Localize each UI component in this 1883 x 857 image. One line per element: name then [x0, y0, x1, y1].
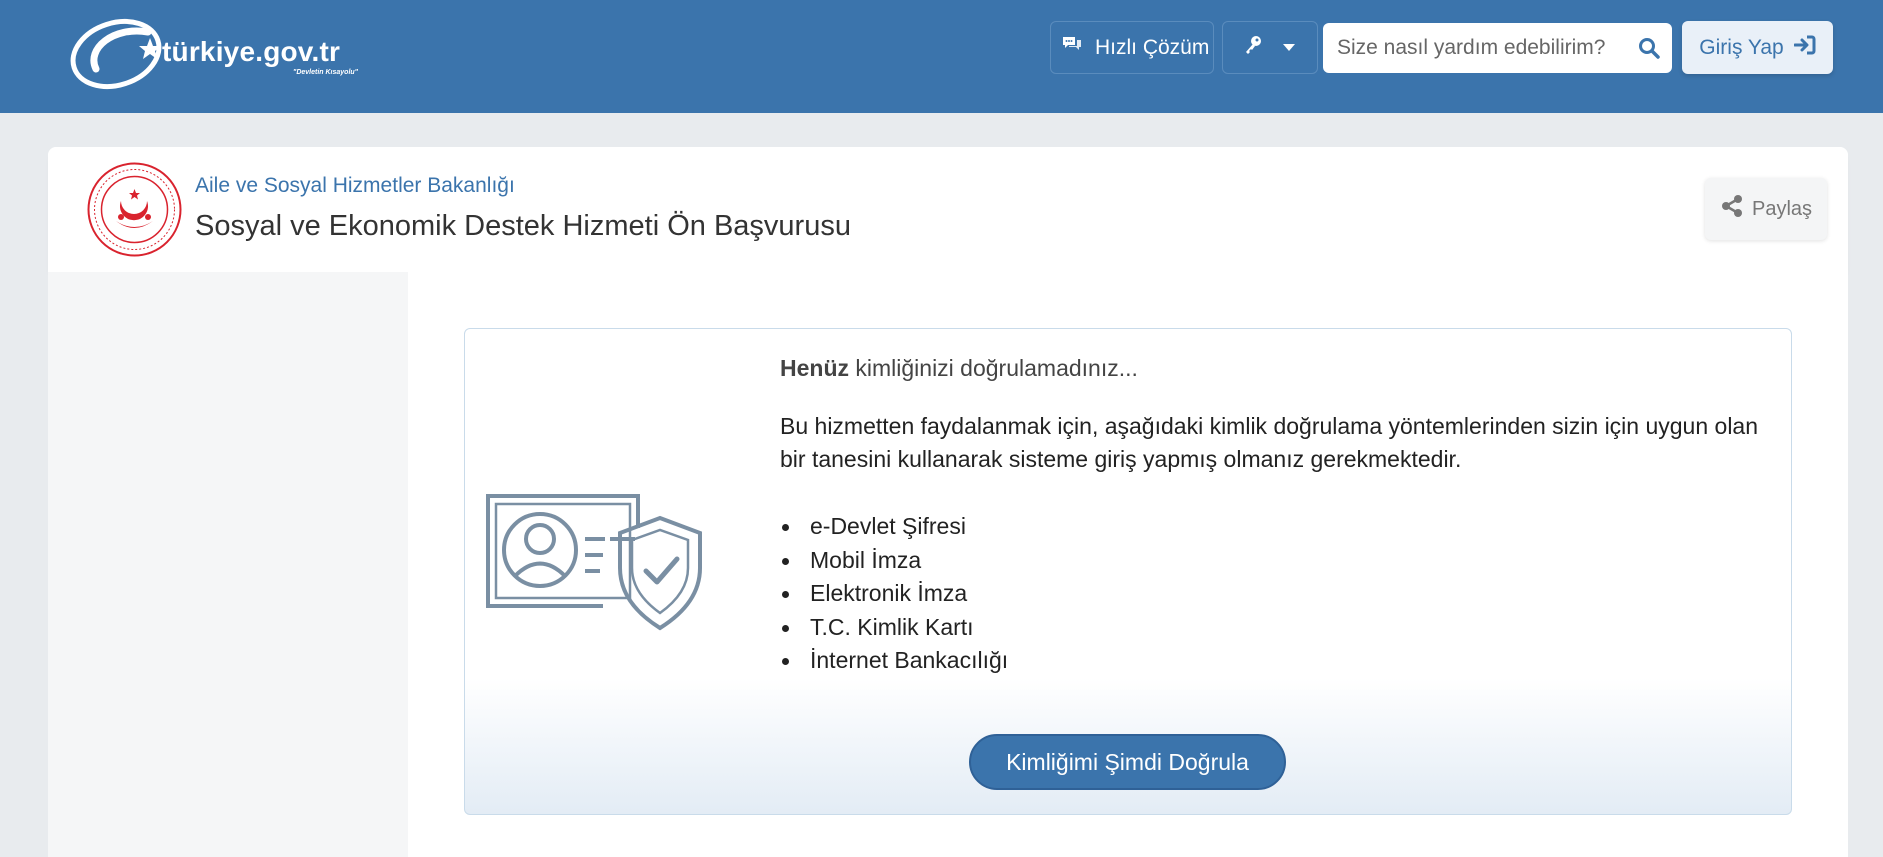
search-box	[1323, 23, 1672, 73]
login-options-dropdown[interactable]	[1222, 21, 1318, 74]
page-title: Sosyal ve Ekonomik Destek Hizmeti Ön Baş…	[195, 210, 851, 242]
list-item: T.C. Kimlik Kartı	[780, 611, 1008, 645]
ministry-emblem	[86, 161, 183, 258]
top-header: türkiye.gov.tr "Devletin Kısayolu" Hızlı…	[0, 0, 1883, 113]
list-item: İnternet Bankacılığı	[780, 644, 1008, 678]
share-label: Paylaş	[1751, 197, 1813, 220]
list-item: Elektronik İmza	[780, 577, 1008, 611]
id-card-shield-icon	[485, 493, 710, 638]
login-button[interactable]: Giriş Yap	[1682, 21, 1833, 74]
left-sidebar	[48, 272, 408, 857]
ministry-name[interactable]: Aile ve Sosyal Hizmetler Bakanlığı	[195, 174, 515, 198]
logo-text: türkiye.gov.tr	[162, 36, 341, 67]
notice-description: Bu hizmetten faydalanmak için, aşağıdaki…	[780, 413, 1759, 472]
chat-icon	[1061, 35, 1083, 61]
notice-title: Henüz kimliğinizi doğrulamadınız...	[780, 355, 1138, 382]
search-icon[interactable]	[1638, 37, 1660, 64]
verify-identity-button[interactable]: Kimliğimi Şimdi Doğrula	[969, 734, 1286, 790]
quick-solution-label: Hızlı Çözüm	[1095, 35, 1210, 59]
list-item: e-Devlet Şifresi	[780, 510, 1008, 544]
caret-down-icon	[1282, 39, 1296, 57]
logo-tagline: "Devletin Kısayolu"	[293, 69, 358, 76]
list-item: Mobil İmza	[780, 544, 1008, 578]
share-icon	[1720, 194, 1744, 224]
auth-methods-list: e-Devlet Şifresi Mobil İmza Elektronik İ…	[780, 510, 1008, 678]
notice-title-bold: Henüz	[780, 355, 849, 381]
sign-in-icon	[1793, 35, 1816, 61]
quick-solution-button[interactable]: Hızlı Çözüm	[1050, 21, 1214, 74]
notice-title-rest: kimliğinizi doğrulamadınız...	[849, 355, 1138, 381]
login-label: Giriş Yap	[1699, 35, 1784, 59]
key-icon	[1244, 35, 1262, 60]
search-input[interactable]	[1323, 36, 1623, 60]
logo-crescent-icon	[70, 19, 162, 89]
turkiye-gov-logo[interactable]: türkiye.gov.tr "Devletin Kısayolu"	[68, 14, 378, 90]
share-button[interactable]: Paylaş	[1705, 178, 1827, 240]
